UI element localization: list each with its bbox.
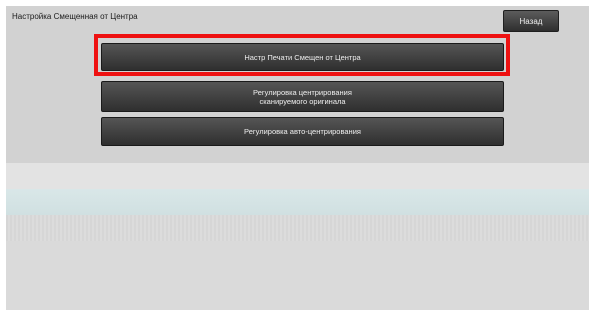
background-band-striped <box>6 215 589 241</box>
scan-original-centering-label-line1: Регулировка центрирования <box>253 87 352 97</box>
background-band-bottom <box>6 241 589 310</box>
auto-centering-adjust-label: Регулировка авто-центрирования <box>244 127 361 136</box>
background-band <box>6 163 589 189</box>
auto-centering-adjust-button[interactable]: Регулировка авто-центрирования <box>101 117 504 146</box>
print-offset-adjust-button[interactable]: Настр Печати Смещен от Центра <box>101 43 504 71</box>
settings-panel: Настройка Смещенная от Центра Назад Наст… <box>6 6 589 163</box>
scan-original-centering-label-line2: сканируемого оригинала <box>259 96 346 106</box>
background-band-teal <box>6 189 589 215</box>
scan-original-centering-button[interactable]: Регулировка центрирования сканируемого о… <box>101 81 504 112</box>
print-offset-adjust-label: Настр Печати Смещен от Центра <box>244 52 361 62</box>
page-title: Настройка Смещенная от Центра <box>12 12 138 21</box>
settings-screen: Настройка Смещенная от Центра Назад Наст… <box>6 6 589 310</box>
back-button[interactable]: Назад <box>503 10 559 32</box>
